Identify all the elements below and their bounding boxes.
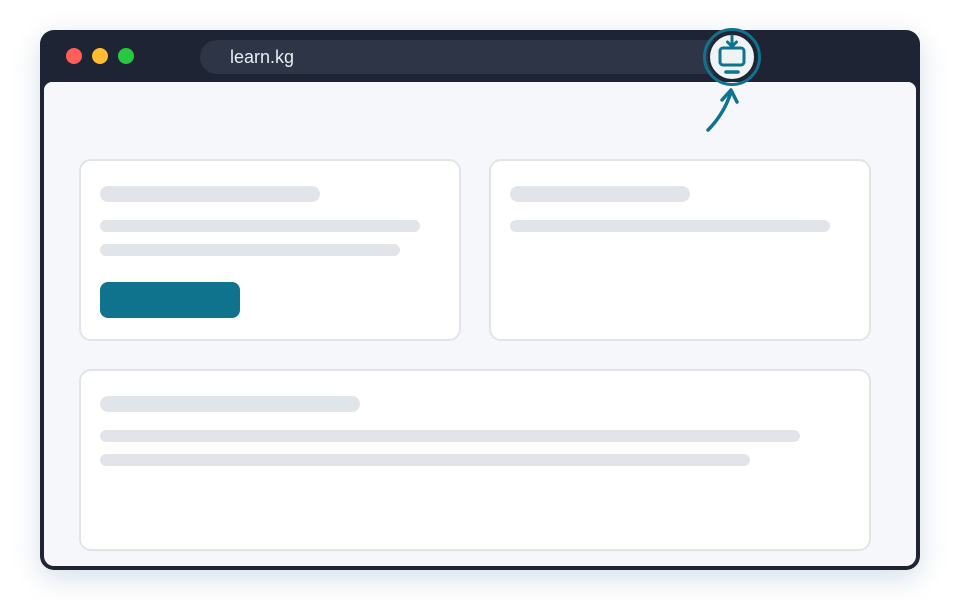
install-app-button[interactable]	[702, 27, 762, 87]
placeholder-text-line	[100, 244, 400, 256]
close-window-button[interactable]	[66, 48, 82, 64]
content-card-left	[79, 159, 461, 341]
primary-action-button[interactable]	[100, 282, 240, 318]
browser-titlebar: learn.kg	[40, 30, 920, 82]
placeholder-text-line	[100, 454, 750, 466]
content-card-wide	[79, 369, 871, 551]
content-card-right	[489, 159, 871, 341]
maximize-window-button[interactable]	[118, 48, 134, 64]
placeholder-text-line	[510, 220, 830, 232]
placeholder-text-line	[100, 430, 800, 442]
placeholder-heading	[510, 186, 690, 202]
placeholder-heading	[100, 186, 320, 202]
pointer-arrow-icon	[706, 88, 739, 132]
browser-window: learn.kg	[40, 30, 920, 570]
address-bar[interactable]: learn.kg	[200, 40, 745, 74]
placeholder-heading	[100, 396, 360, 412]
minimize-window-button[interactable]	[92, 48, 108, 64]
placeholder-text-line	[100, 220, 420, 232]
install-app-icon	[703, 28, 761, 86]
page-content	[44, 82, 916, 566]
